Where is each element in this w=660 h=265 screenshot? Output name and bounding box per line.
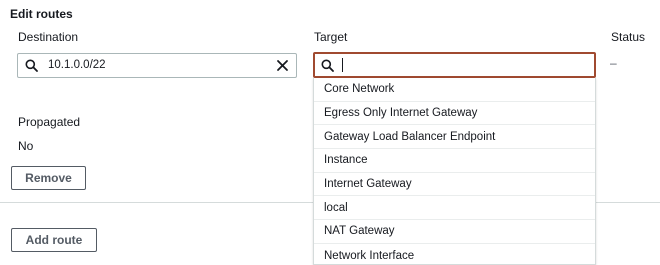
dropdown-option-egress-only-internet-gateway[interactable]: Egress Only Internet Gateway [314, 102, 595, 126]
status-column-label: Status [611, 30, 646, 44]
status-value: – [610, 56, 617, 70]
target-column-label: Target [314, 30, 348, 44]
edit-routes-page: Edit routes Destination Target Status 10… [0, 0, 660, 265]
remove-button[interactable]: Remove [11, 166, 86, 190]
dropdown-option-network-interface[interactable]: Network Interface [314, 244, 595, 264]
section-title: Edit routes [10, 7, 73, 21]
dropdown-option-instance[interactable]: Instance [314, 149, 595, 173]
propagated-label: Propagated [18, 115, 81, 129]
dropdown-option-internet-gateway[interactable]: Internet Gateway [314, 173, 595, 197]
target-input[interactable] [313, 52, 596, 78]
add-route-button[interactable]: Add route [11, 228, 97, 252]
destination-value: 10.1.0.0/22 [48, 59, 106, 71]
target-search-field[interactable] [340, 57, 580, 73]
text-caret [342, 58, 343, 72]
destination-input[interactable]: 10.1.0.0/22 [17, 53, 297, 78]
search-icon [25, 59, 38, 77]
dropdown-option-core-network[interactable]: Core Network [314, 78, 595, 102]
target-dropdown-list: Core Network Egress Only Internet Gatewa… [313, 78, 596, 265]
close-icon[interactable] [276, 59, 289, 77]
search-icon [321, 59, 334, 77]
dropdown-option-local[interactable]: local [314, 196, 595, 221]
dropdown-option-nat-gateway[interactable]: NAT Gateway [314, 220, 595, 244]
dropdown-option-gateway-load-balancer-endpoint[interactable]: Gateway Load Balancer Endpoint [314, 125, 595, 150]
destination-column-label: Destination [18, 30, 79, 44]
propagated-value: No [18, 139, 34, 153]
